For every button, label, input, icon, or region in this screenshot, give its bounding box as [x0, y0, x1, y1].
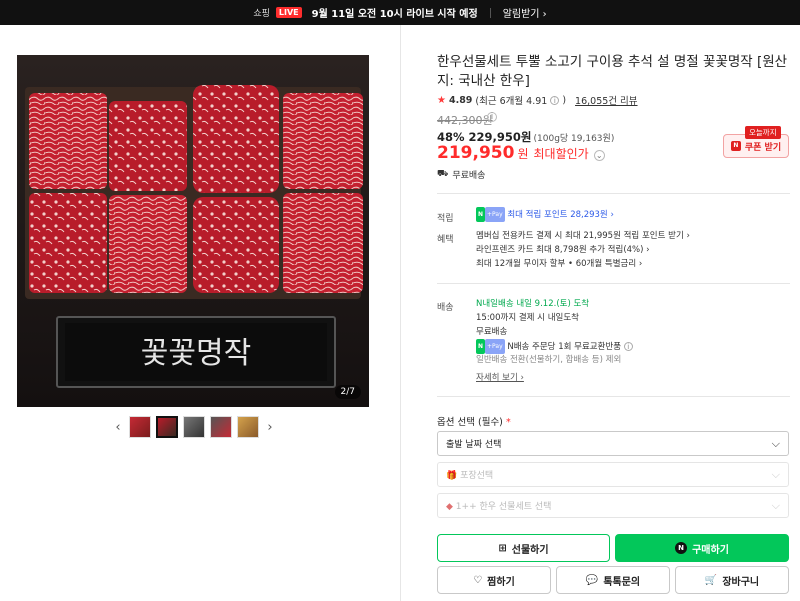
shopping-label: 쇼핑	[253, 9, 270, 19]
departure-date-select[interactable]: 출발 날짜 선택 ⌵	[437, 431, 789, 456]
option-label: 옵션 선택 (필수)	[437, 417, 503, 428]
wish-label: 찜하기	[487, 576, 515, 588]
npay-icon: N	[476, 339, 486, 354]
points-label: 적립	[437, 214, 454, 224]
delivery-label: 배송	[437, 303, 454, 313]
divider	[437, 283, 790, 284]
final-price: 219,950	[437, 143, 515, 163]
naver-pay-icon: +Pay	[485, 339, 505, 354]
live-badge: LIVE	[275, 7, 302, 18]
rating-paren: )	[562, 94, 567, 106]
select-text-row: 🎁 포장선택	[446, 468, 493, 481]
chevron-down-icon: ⌵	[771, 498, 780, 512]
thumbnail-4[interactable]	[210, 416, 232, 438]
divider	[437, 396, 790, 397]
thumbnail-3[interactable]	[183, 416, 205, 438]
benefit-line-1[interactable]: 멤버십 전용카드 결제 시 최대 21,995원 적립 포인트 받기 ›	[476, 229, 690, 244]
delivery-more-link[interactable]: 자세히 보기 ›	[476, 371, 524, 386]
price-info-icon[interactable]: i	[487, 112, 497, 122]
rating-recent: (최근 6개월 4.91	[475, 96, 548, 107]
naver-n-icon: N	[730, 141, 741, 151]
max-discount-label: 최대할인가	[533, 147, 589, 161]
coupon-button[interactable]: N 쿠폰 받기 오늘까지	[723, 126, 789, 158]
info-icon[interactable]: i	[623, 342, 633, 351]
primary-actions: ⊞ 선물하기 N 구매하기	[437, 534, 789, 562]
next-image-icon[interactable]: ›	[264, 420, 276, 435]
live-banner: 쇼핑 LIVE 9월 11일 오전 10시 라이브 시작 예정 알림받기 ›	[0, 0, 800, 25]
benefit-line-3[interactable]: 최대 12개월 무이자 할부 • 60개월 특별금리 ›	[476, 257, 642, 272]
cart-icon: 🛒	[704, 574, 718, 586]
select-text: 포장선택	[460, 471, 494, 481]
sign-text: 꽃꽃명작	[141, 336, 251, 371]
select-text-row: ◆ 1++ 한우 선물세트 선택	[446, 499, 551, 512]
delivery-cutoff: 15:00까지 결제 시 내일도착	[476, 313, 579, 323]
rating-row: ★ 4.89 (최근 6개월 4.91 i) 16,055건 리뷰	[437, 93, 638, 108]
chevron-down-icon: ⌵	[771, 467, 780, 481]
delivery-arrival-row: N내일배송 내일 9.12.(토) 도착	[476, 297, 589, 312]
select-text: 출발 날짜 선택	[446, 440, 502, 450]
secondary-actions: ♡ 찜하기 💬 톡톡문의 🛒 장바구니	[437, 566, 789, 594]
reviews-link[interactable]: 16,055건 리뷰	[575, 93, 637, 107]
product-main-image[interactable]: 꽃꽃명작 2/7	[17, 55, 369, 407]
coupon-label: 쿠폰 받기	[744, 142, 782, 153]
prev-image-icon[interactable]: ‹	[112, 420, 124, 435]
won-unit: 원	[517, 147, 529, 161]
info-icon[interactable]: i	[550, 95, 560, 105]
thumbnail-1[interactable]	[129, 416, 151, 438]
tomorrow-delivery-brand: N내일배송	[476, 299, 514, 309]
buy-label: 구매하기	[692, 544, 729, 556]
thumbnail-2[interactable]	[156, 416, 178, 438]
delivery-exclude: 일반배송 전환(선물하기, 합배송 등) 제외	[476, 355, 622, 365]
buy-button[interactable]: N 구매하기	[615, 534, 789, 562]
talk-label: 톡톡문의	[603, 576, 641, 588]
gift-icon: 🎁	[446, 471, 458, 481]
live-schedule-text: 9월 11일 오전 10시 라이브 시작 예정	[311, 9, 478, 20]
shipping-free-text: 무료배송	[452, 171, 486, 181]
chevron-down-icon: ⌵	[771, 436, 780, 450]
cart-label: 장바구니	[722, 576, 760, 588]
column-divider	[400, 25, 401, 601]
packaging-select: 🎁 포장선택 ⌵	[437, 462, 789, 487]
benefit-line-2[interactable]: 라인프렌즈 카드 최대 8,798원 추가 적립(4%) ›	[476, 243, 650, 258]
select-text: 1++ 한우 선물세트 선택	[455, 502, 552, 512]
npay-icon: N	[476, 207, 486, 222]
thumbnail-5[interactable]	[237, 416, 259, 438]
gift-set-select: ◆ 1++ 한우 선물세트 선택 ⌵	[437, 493, 789, 518]
heart-icon: ♡	[473, 574, 483, 586]
discount-price: 48% 229,950원	[437, 130, 532, 144]
points-text[interactable]: 최대 적립 포인트 28,293원 ›	[507, 210, 614, 220]
truck-icon: ⛟	[437, 169, 449, 179]
image-counter: 2/7	[334, 385, 361, 399]
cart-button[interactable]: 🛒 장바구니	[675, 566, 789, 594]
chevron-down-icon[interactable]: ⌄	[593, 150, 605, 161]
talk-button[interactable]: 💬 톡톡문의	[556, 566, 670, 594]
gift-button[interactable]: ⊞ 선물하기	[437, 534, 610, 562]
npay-icon: N	[675, 542, 688, 554]
thumbnail-strip: ‹ ›	[112, 416, 276, 438]
naver-pay-icon: +Pay	[485, 207, 505, 222]
product-title: 한우선물세트 투뿔 소고기 구이용 추석 설 명절 꽃꽃명작 [원산지: 국내산…	[437, 54, 788, 89]
chat-icon: 💬	[585, 574, 599, 586]
benefit-label: 혜택	[437, 235, 454, 245]
return-text: N배송 주문당 1회 무료교환반품	[507, 342, 622, 352]
banner-divider	[489, 7, 491, 18]
delivery-free: 무료배송	[476, 327, 508, 337]
shipping-free-row: ⛟ 무료배송	[437, 168, 485, 181]
original-price: 442,300원	[437, 114, 493, 127]
option-label-row: 옵션 선택 (필수) *	[437, 414, 511, 428]
max-discount-price[interactable]: 219,950 원 최대할인가 ⌄	[437, 143, 605, 163]
gift-box-icon: ⊞	[498, 542, 507, 554]
rating-score: 4.89	[448, 94, 473, 106]
arrival-date: 내일 9.12.(토) 도착	[516, 299, 590, 309]
beef-photo: 꽃꽃명작	[17, 55, 369, 407]
star-icon: ★	[437, 94, 446, 106]
coupon-deadline-tag: 오늘까지	[745, 126, 781, 139]
notify-button[interactable]: 알림받기 ›	[503, 5, 547, 20]
wish-button[interactable]: ♡ 찜하기	[437, 566, 551, 594]
required-mark: *	[505, 417, 511, 428]
gift-label: 선물하기	[511, 544, 549, 556]
points-row[interactable]: N +Pay 최대 적립 포인트 28,293원 ›	[476, 207, 614, 223]
meat-icon: ◆	[446, 502, 453, 512]
divider	[437, 193, 790, 194]
